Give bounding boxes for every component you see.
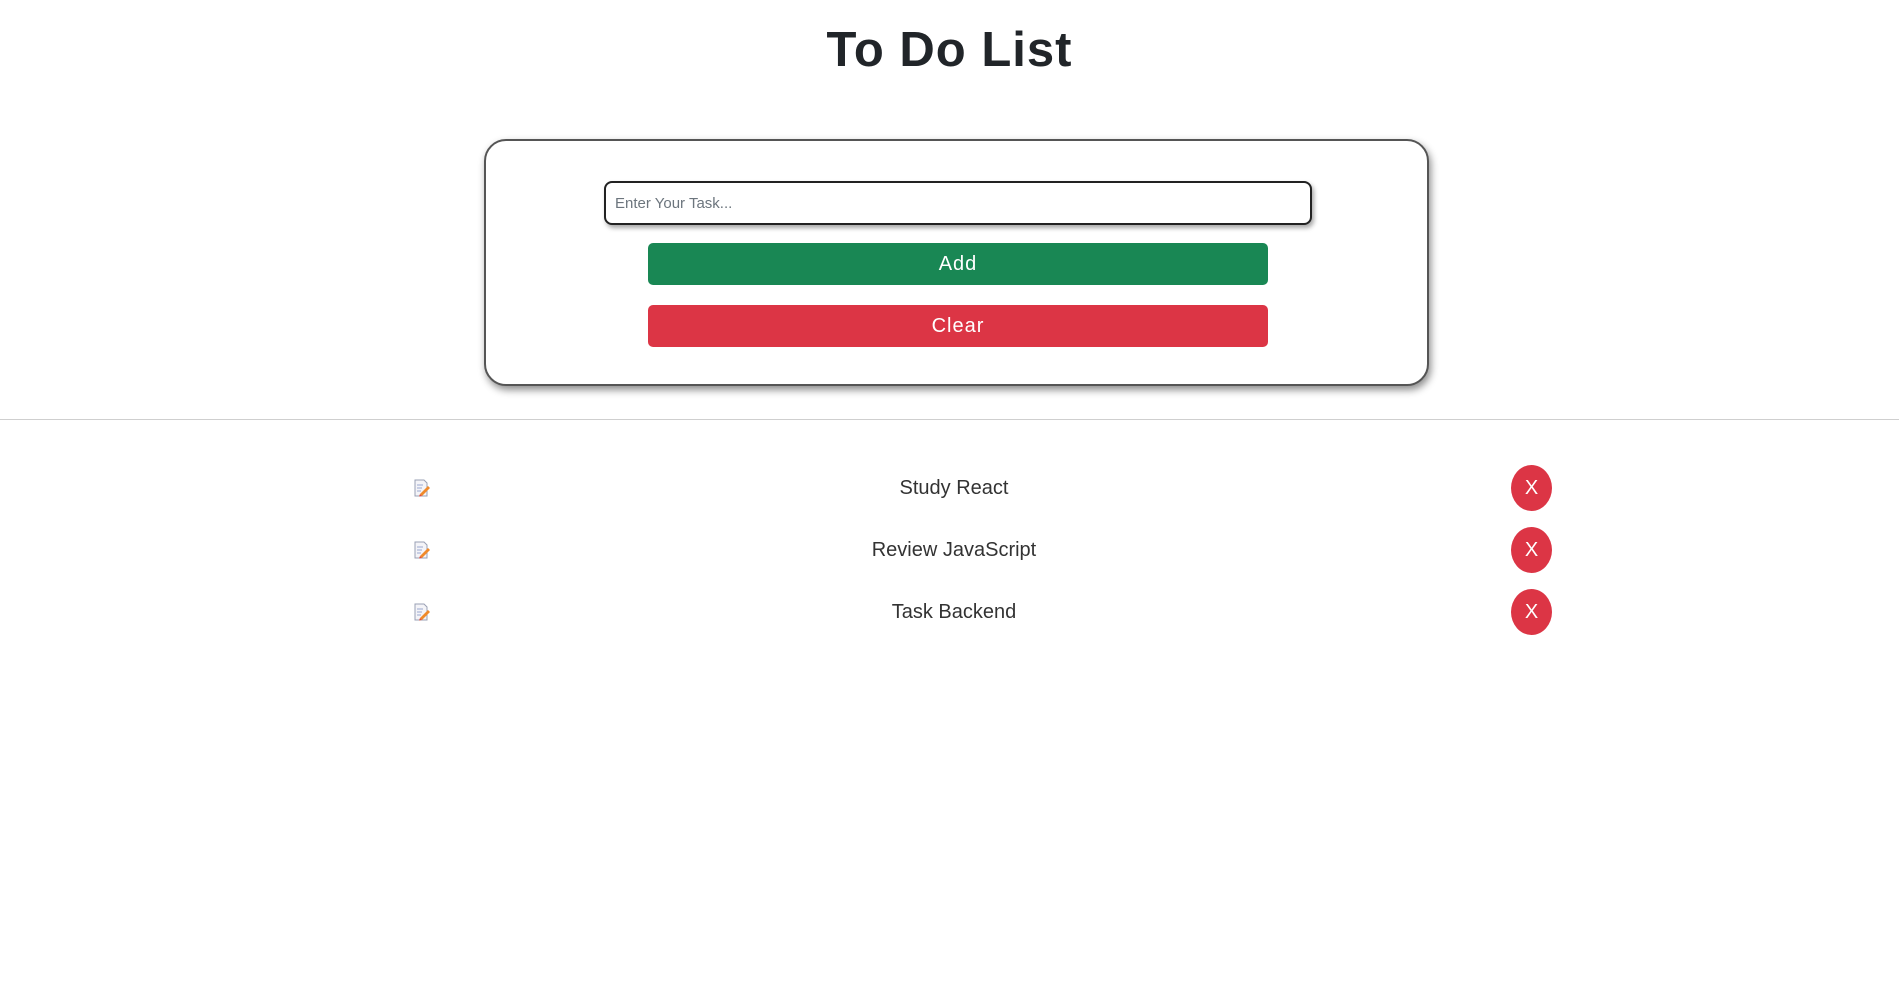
task-form-card: Add Clear bbox=[484, 139, 1429, 386]
task-label: Review JavaScript bbox=[871, 539, 1037, 561]
remove-task-button[interactable]: X bbox=[1511, 589, 1552, 635]
remove-task-button[interactable]: X bbox=[1511, 527, 1552, 573]
task-label: Task Backend bbox=[891, 601, 1017, 623]
task-label: Study React bbox=[899, 477, 1009, 499]
clear-button[interactable]: Clear bbox=[648, 305, 1268, 347]
task-row: Task Backend X bbox=[0, 589, 1899, 635]
task-row: Review JavaScript X bbox=[0, 527, 1899, 573]
divider bbox=[0, 419, 1899, 420]
remove-task-button[interactable]: X bbox=[1511, 465, 1552, 511]
task-list: Study React X Review JavaScript X Task B… bbox=[0, 465, 1899, 651]
task-input[interactable] bbox=[604, 181, 1312, 225]
task-row: Study React X bbox=[0, 465, 1899, 511]
page-title: To Do List bbox=[826, 23, 1073, 77]
add-button[interactable]: Add bbox=[648, 243, 1268, 285]
